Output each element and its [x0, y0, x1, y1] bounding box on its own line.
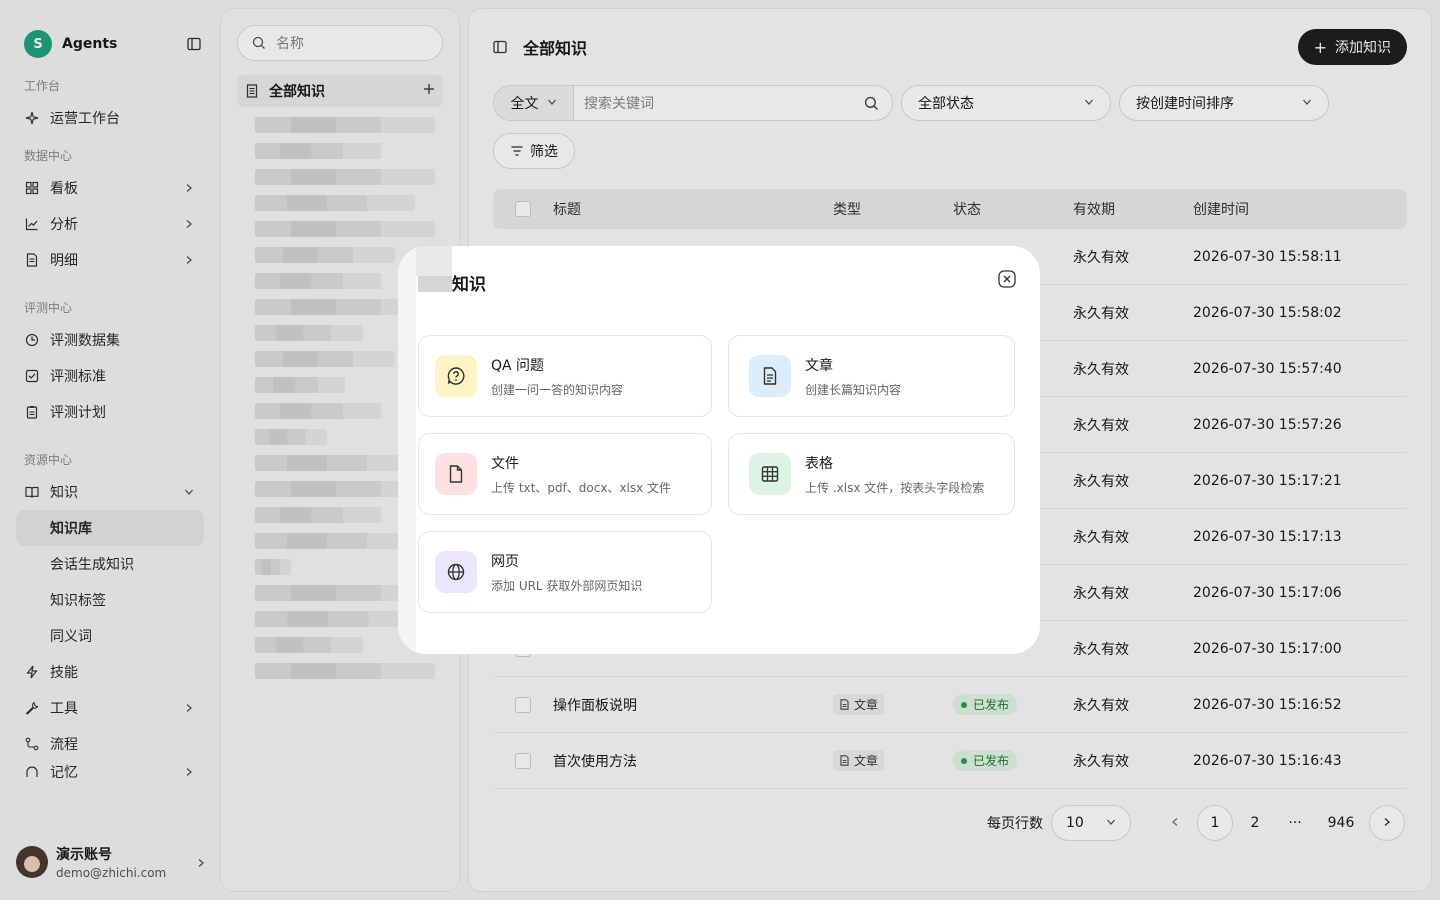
option-description: 创建一问一答的知识内容 — [491, 382, 624, 397]
close-icon[interactable] — [998, 270, 1016, 288]
option-title: 文章 — [805, 357, 833, 374]
globe-icon — [435, 551, 477, 593]
file-icon — [435, 453, 477, 495]
option-description: 创建长篇知识内容 — [805, 382, 902, 397]
table-icon — [749, 453, 791, 495]
modal-title: 知识 — [452, 275, 486, 295]
option-description: 添加 URL 获取外部网页知识 — [491, 578, 643, 593]
option-title: 网页 — [491, 553, 519, 570]
add-knowledge-modal: 知识 QA 问题 创建一问一答的知识内容 文章 创建长篇知识内容 文件 上传 t… — [398, 246, 1040, 654]
option-title: 文件 — [491, 455, 519, 472]
option-description: 上传 txt、pdf、docx、xlsx 文件 — [491, 480, 672, 495]
option-web[interactable]: 网页 添加 URL 获取外部网页知识 — [418, 531, 712, 613]
question-icon — [435, 355, 477, 397]
option-table[interactable]: 表格 上传 .xlsx 文件，按表头字段检索 — [728, 433, 1015, 515]
option-qa[interactable]: QA 问题 创建一问一答的知识内容 — [418, 335, 712, 417]
option-file[interactable]: 文件 上传 txt、pdf、docx、xlsx 文件 — [418, 433, 712, 515]
option-title: 表格 — [805, 455, 833, 472]
option-title: QA 问题 — [491, 357, 545, 374]
option-description: 上传 .xlsx 文件，按表头字段检索 — [805, 480, 985, 495]
option-article[interactable]: 文章 创建长篇知识内容 — [728, 335, 1015, 417]
document-icon — [749, 355, 791, 397]
